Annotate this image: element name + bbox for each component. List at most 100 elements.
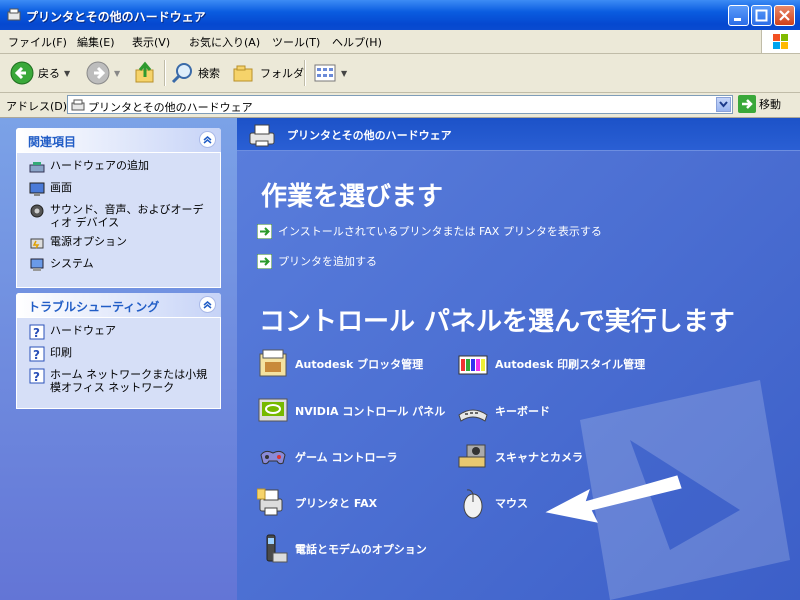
help-icon: ? — [29, 368, 45, 384]
search-label: 検索 — [198, 67, 220, 80]
menu-favorites[interactable]: お気に入り(A) — [189, 34, 260, 50]
cp-item-label: プリンタと FAX — [295, 497, 378, 510]
keyboard-icon — [458, 409, 488, 422]
go-button[interactable]: 移動 — [738, 95, 781, 113]
back-dropdown-icon[interactable]: ▼ — [64, 69, 70, 78]
sidebar-item-display[interactable]: 画面 — [29, 181, 212, 197]
cp-item-nvidia[interactable]: NVIDIA コントロール パネル — [257, 395, 445, 427]
up-folder-button[interactable] — [133, 60, 157, 86]
explorer-window: プリンタとその他のハードウェア ファイル(F) 編集(E) 表示(V) お気に入… — [0, 0, 800, 600]
address-label: アドレス(D) — [6, 100, 68, 113]
forward-button[interactable]: ▼ — [86, 60, 120, 86]
svg-text:?: ? — [33, 348, 40, 362]
svg-text:?: ? — [33, 326, 40, 340]
search-icon — [171, 63, 192, 84]
display-icon — [29, 182, 45, 196]
cp-item-mouse[interactable]: マウス — [457, 487, 528, 519]
troubleshooting-title: トラブルシューティング — [28, 300, 160, 314]
sidebar-item-label: システム — [50, 257, 94, 270]
go-label: 移動 — [759, 98, 781, 111]
collapse-icon[interactable] — [199, 296, 216, 313]
sound-icon — [30, 204, 44, 218]
go-arrow-icon — [738, 95, 756, 113]
task-arrow-icon — [257, 223, 272, 239]
sidebar-item-label: ホーム ネットワークまたは小規模オフィス ネットワーク — [50, 368, 208, 394]
cp-item-label: NVIDIA コントロール パネル — [295, 405, 446, 418]
forward-arrow-icon — [86, 61, 110, 85]
task-add-printer[interactable]: プリンタを追加する — [257, 253, 377, 269]
menu-view[interactable]: 表示(V) — [132, 34, 170, 50]
folders-button[interactable]: フォルダ — [232, 60, 304, 86]
address-input[interactable]: プリンタとその他のハードウェア — [67, 95, 733, 114]
svg-text:?: ? — [33, 370, 40, 384]
cp-item-printers-fax[interactable]: プリンタと FAX — [257, 487, 377, 519]
sidebar-item-hardware-help[interactable]: ? ハードウェア — [29, 324, 212, 340]
cp-item-label: Autodesk 印刷スタイル管理 — [495, 358, 646, 371]
sidebar-item-label: 電源オプション — [50, 235, 127, 248]
sidebar-item-label: ハードウェアの追加 — [50, 159, 149, 172]
windows-logo-icon — [761, 30, 800, 53]
phone-icon — [266, 534, 288, 563]
toolbar-separator — [304, 60, 306, 86]
views-dropdown-icon[interactable]: ▼ — [341, 69, 347, 78]
sidebar-item-power[interactable]: 電源オプション — [29, 235, 212, 251]
sidebar-item-network-help[interactable]: ? ホーム ネットワークまたは小規模オフィス ネットワーク — [29, 368, 212, 394]
menu-tools[interactable]: ツール(T) — [272, 34, 320, 50]
views-button[interactable]: ▼ — [313, 60, 347, 86]
mouse-icon — [463, 489, 483, 519]
related-topics-body: ハードウェアの追加 画面 サウンド、音声、およびオーディオ デバイス 電源オプシ… — [16, 152, 221, 288]
cp-item-label: スキャナとカメラ — [495, 451, 583, 464]
power-icon — [30, 238, 44, 249]
maximize-button[interactable] — [751, 5, 772, 26]
views-icon — [314, 64, 336, 82]
nvidia-icon — [258, 398, 288, 422]
sidebar-item-sound[interactable]: サウンド、音声、およびオーディオ デバイス — [29, 203, 212, 229]
cp-item-label: 電話とモデムのオプション — [295, 543, 427, 556]
cp-item-game-controllers[interactable]: ゲーム コントローラ — [257, 441, 398, 473]
title-bar[interactable]: プリンタとその他のハードウェア — [0, 0, 800, 30]
minimize-button[interactable] — [728, 5, 749, 26]
hardware-add-icon — [29, 162, 45, 173]
tasks-heading: 作業を選びます — [261, 182, 444, 212]
cp-item-phone-modem[interactable]: 電話とモデムのオプション — [257, 533, 427, 565]
cp-item-keyboard[interactable]: キーボード — [457, 395, 550, 427]
cp-item-label: マウス — [495, 497, 528, 510]
up-folder-icon — [135, 61, 154, 83]
troubleshooting-body: ? ハードウェア ? 印刷 ? ホーム ネットワークまたは小規模オフィス ネット… — [16, 317, 221, 409]
troubleshooting-header[interactable]: トラブルシューティング — [16, 293, 221, 317]
related-topics-title: 関連項目 — [28, 135, 77, 149]
menu-file[interactable]: ファイル(F) — [8, 34, 67, 50]
forward-dropdown-icon[interactable]: ▼ — [114, 69, 120, 78]
control-panel-heading: コントロール パネルを選んで実行します — [259, 307, 735, 337]
menu-edit[interactable]: 編集(E) — [77, 34, 115, 50]
plotter-icon — [259, 349, 287, 377]
task-view-printers[interactable]: インストールされているプリンタまたは FAX プリンタを表示する — [257, 223, 602, 239]
scanner-icon — [458, 444, 486, 468]
back-button[interactable]: 戻る ▼ — [10, 60, 70, 86]
category-title: プリンタとその他のハードウェア — [287, 129, 452, 142]
folder-printer-icon — [6, 7, 22, 23]
folders-label: フォルダ — [260, 67, 304, 80]
toolbar-separator — [164, 60, 166, 86]
address-dropdown-button[interactable] — [716, 97, 731, 112]
collapse-icon[interactable] — [199, 131, 216, 148]
address-bar: アドレス(D) プリンタとその他のハードウェア 移動 — [0, 93, 800, 118]
category-header: プリンタとその他のハードウェア — [237, 118, 800, 151]
help-icon: ? — [29, 324, 45, 340]
pointer-arrow-icon — [545, 475, 682, 523]
print-style-icon — [458, 355, 488, 375]
address-value: プリンタとその他のハードウェア — [88, 101, 253, 114]
related-topics-header[interactable]: 関連項目 — [16, 128, 221, 152]
cp-item-autodesk-plotter[interactable]: Autodesk ブロッタ管理 — [257, 348, 423, 380]
cp-item-label: キーボード — [495, 405, 550, 418]
cp-item-autodesk-print-style[interactable]: Autodesk 印刷スタイル管理 — [457, 348, 645, 380]
sidebar-item-print-help[interactable]: ? 印刷 — [29, 346, 212, 362]
sidebar-item-label: サウンド、音声、およびオーディオ デバイス — [50, 203, 204, 229]
help-icon: ? — [29, 346, 45, 362]
window-title: プリンタとその他のハードウェア — [26, 10, 206, 24]
menu-help[interactable]: ヘルプ(H) — [332, 34, 382, 50]
sidebar-item-add-hardware[interactable]: ハードウェアの追加 — [29, 159, 212, 175]
search-button[interactable]: 検索 — [170, 60, 220, 86]
sidebar-item-system[interactable]: システム — [29, 257, 212, 273]
close-button[interactable] — [774, 5, 795, 26]
